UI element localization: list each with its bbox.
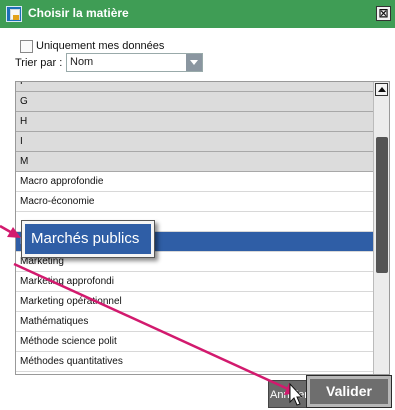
- sort-select-value: Nom: [70, 56, 94, 68]
- validate-button-label: Valider: [310, 379, 388, 404]
- list-item[interactable]: Méthodes quantitatives: [16, 352, 374, 372]
- cancel-button[interactable]: Annuler: [268, 380, 310, 408]
- close-button[interactable]: ⊠: [376, 6, 391, 21]
- window-title: Choisir la matière: [28, 6, 129, 20]
- list-section-header[interactable]: I: [16, 132, 374, 152]
- zoom-callout: Marchés publics: [21, 220, 155, 258]
- sort-select[interactable]: Nom: [66, 53, 203, 72]
- chevron-down-icon[interactable]: [186, 54, 202, 71]
- sort-label: Trier par :: [15, 57, 63, 69]
- list-item[interactable]: Méthode science polit: [16, 332, 374, 352]
- list-item[interactable]: Macro-économie: [16, 192, 374, 212]
- list-item[interactable]: Marketing opérationnel: [16, 292, 374, 312]
- zoom-callout-label: Marchés publics: [25, 224, 151, 254]
- list-item[interactable]: Marketing approfondi: [16, 272, 374, 292]
- only-my-data-option[interactable]: Uniquement mes données: [20, 38, 164, 54]
- scrollbar-thumb[interactable]: [376, 137, 388, 273]
- list-section-header[interactable]: H: [16, 112, 374, 132]
- app-icon: [6, 6, 22, 22]
- scroll-up-arrow-icon[interactable]: [375, 83, 388, 96]
- validate-button[interactable]: Valider: [306, 375, 392, 408]
- only-my-data-checkbox[interactable]: [20, 39, 33, 53]
- only-my-data-label: Uniquement mes données: [36, 40, 165, 52]
- annotation-arrow-to-callout: [0, 224, 15, 236]
- window-titlebar: Choisir la matière ⊠: [0, 0, 395, 28]
- list-section-header[interactable]: M: [16, 152, 374, 172]
- list-section-header[interactable]: F: [16, 82, 374, 92]
- list-item[interactable]: Mathématiques: [16, 312, 374, 332]
- list-item[interactable]: Macro approfondie: [16, 172, 374, 192]
- list-section-header[interactable]: G: [16, 92, 374, 112]
- list-scrollbar[interactable]: [373, 82, 389, 374]
